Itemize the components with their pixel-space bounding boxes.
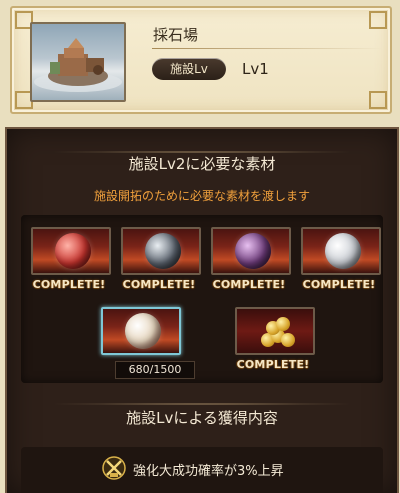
- required-materials-subtitle: 施設開拓のために必要な素材を渡します: [93, 189, 310, 203]
- divider: [152, 48, 382, 49]
- material-status: COMPLETE!: [32, 278, 106, 291]
- purple-orb-icon: [235, 233, 271, 269]
- dark-orb-icon: [145, 233, 181, 269]
- title-glow: [47, 403, 357, 405]
- facility-level-badge: 施設Lv: [152, 58, 226, 80]
- white-orb-icon: [325, 233, 361, 269]
- rewards-title: 施設Lvによる獲得内容: [126, 409, 278, 427]
- reward-text: 強化大成功確率が3%上昇: [133, 464, 284, 479]
- crossed-swords-icon: [101, 455, 127, 481]
- upgrade-panel: 施設Lv2に必要な素材 施設開拓のために必要な素材を渡します COMPLETE!…: [5, 127, 399, 493]
- material-count: 680/1500: [115, 361, 195, 379]
- material-slot[interactable]: [211, 227, 291, 275]
- reward-item: 強化大成功確率が3%上昇: [21, 447, 383, 493]
- corner-ornament: [369, 91, 387, 109]
- required-materials-title: 施設Lv2に必要な素材: [128, 155, 276, 173]
- material-status: COMPLETE!: [302, 278, 376, 291]
- facility-name: 採石場: [153, 26, 199, 44]
- red-orb-icon: [55, 233, 91, 269]
- quarry-thumbnail: [30, 22, 126, 102]
- material-slot-selected[interactable]: [101, 307, 181, 355]
- corner-ornament: [369, 11, 387, 29]
- material-status: COMPLETE!: [236, 358, 310, 371]
- material-slot[interactable]: [301, 227, 381, 275]
- materials-box: COMPLETE! COMPLETE! COMPLETE! COMPLETE! …: [21, 215, 383, 383]
- material-status: COMPLETE!: [212, 278, 286, 291]
- facility-level-value: Lv1: [242, 60, 269, 78]
- facility-header: 採石場 施設Lv Lv1: [10, 6, 392, 114]
- material-status: COMPLETE!: [122, 278, 196, 291]
- material-slot[interactable]: [121, 227, 201, 275]
- rupie-coins-icon: [237, 309, 313, 353]
- light-orb-icon: [125, 313, 161, 349]
- material-slot[interactable]: [235, 307, 315, 355]
- material-slot[interactable]: [31, 227, 111, 275]
